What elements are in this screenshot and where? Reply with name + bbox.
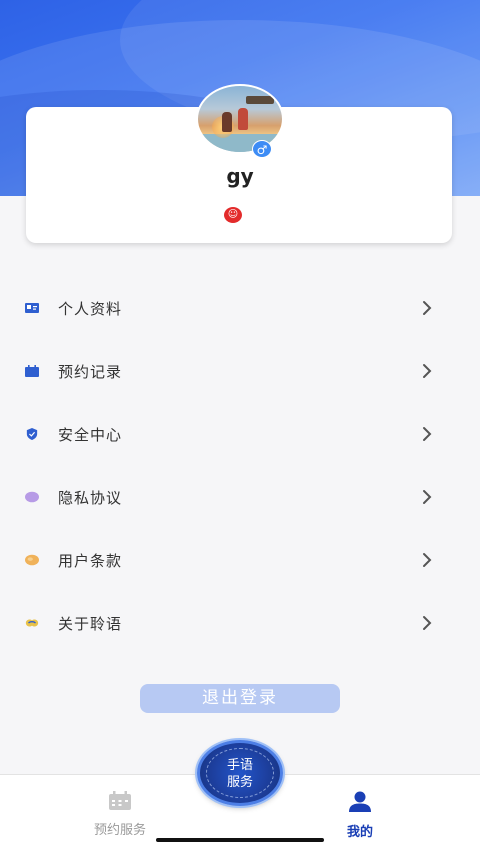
menu-item-label: 个人资料 — [58, 300, 123, 318]
menu-item-booking-records[interactable]: 预约记录 — [0, 341, 480, 404]
chevron-right-icon — [423, 490, 432, 504]
privacy-icon — [25, 491, 39, 503]
about-icon — [25, 619, 39, 627]
settings-menu: 个人资料 预约记录 安全中心 隐私协议 用户条款 关于聆语 — [0, 278, 480, 656]
tab-booking-service[interactable]: 预约服务 — [60, 791, 180, 838]
menu-item-label: 隐私协议 — [58, 489, 123, 507]
chevron-right-icon — [423, 616, 432, 630]
chevron-right-icon — [423, 553, 432, 567]
center-button-line2: 服务 — [226, 775, 253, 790]
menu-item-privacy-policy[interactable]: 隐私协议 — [0, 467, 480, 530]
logout-button[interactable]: 退出登录 — [140, 684, 340, 713]
menu-item-about[interactable]: 关于聆语 — [0, 593, 480, 656]
menu-item-label: 预约记录 — [58, 363, 123, 381]
menu-item-user-terms[interactable]: 用户条款 — [0, 530, 480, 593]
calendar-icon — [109, 791, 131, 810]
shield-icon — [26, 428, 38, 440]
tab-mine[interactable]: 我的 — [300, 791, 420, 840]
menu-item-security-center[interactable]: 安全中心 — [0, 404, 480, 467]
status-badge-icon: ☺ — [224, 207, 242, 223]
menu-item-label: 安全中心 — [58, 426, 123, 444]
terms-icon — [25, 554, 39, 566]
menu-item-label: 关于聆语 — [58, 615, 123, 633]
center-button-line1: 手语 — [226, 758, 253, 773]
chevron-right-icon — [423, 301, 432, 315]
tab-label: 预约服务 — [93, 823, 146, 838]
id-card-icon — [25, 303, 39, 313]
username: gy — [226, 164, 254, 188]
menu-item-profile[interactable]: 个人资料 — [0, 278, 480, 341]
home-indicator — [156, 838, 324, 842]
chevron-right-icon — [423, 427, 432, 441]
chevron-right-icon — [423, 364, 432, 378]
user-icon — [349, 791, 371, 812]
calendar-icon — [25, 365, 39, 377]
avatar[interactable] — [196, 84, 284, 154]
menu-item-label: 用户条款 — [58, 552, 123, 570]
male-gender-icon: ♂ — [252, 140, 272, 158]
sign-language-service-button[interactable]: 手语 服务 — [197, 740, 283, 806]
